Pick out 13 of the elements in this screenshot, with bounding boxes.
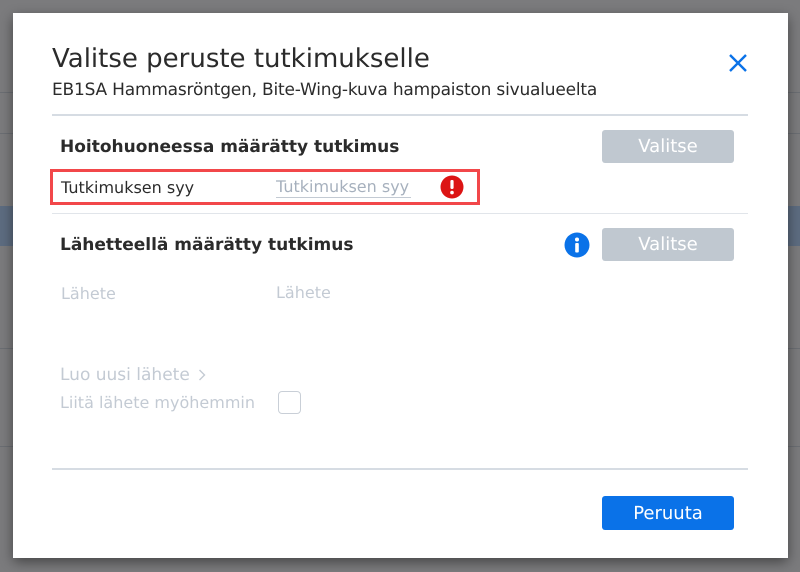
field-label: Tutkimuksen syy bbox=[61, 178, 196, 196]
checkbox-label: Liitä lähete myöhemmin bbox=[60, 393, 256, 412]
chevron-right-icon bbox=[198, 369, 206, 381]
dialog-title: Valitse peruste tutkimukselle bbox=[52, 43, 431, 75]
dialog-subtitle: EB1SA Hammasröntgen, Bite-Wing-kuva hampaiston sivualueelta bbox=[52, 79, 598, 102]
info-icon[interactable] bbox=[564, 232, 590, 258]
section-heading: Lähetteellä määrätty tutkimus bbox=[59, 234, 354, 254]
cancel-button[interactable]: Peruuta bbox=[602, 496, 734, 530]
input-field[interactable]: Tutkimuksen syy bbox=[276, 176, 411, 198]
field-label: Lähete bbox=[61, 284, 117, 302]
close-button[interactable] bbox=[728, 53, 748, 73]
section-heading: Hoitohuoneessa määrätty tutkimus bbox=[59, 136, 400, 156]
close-icon bbox=[728, 53, 748, 73]
